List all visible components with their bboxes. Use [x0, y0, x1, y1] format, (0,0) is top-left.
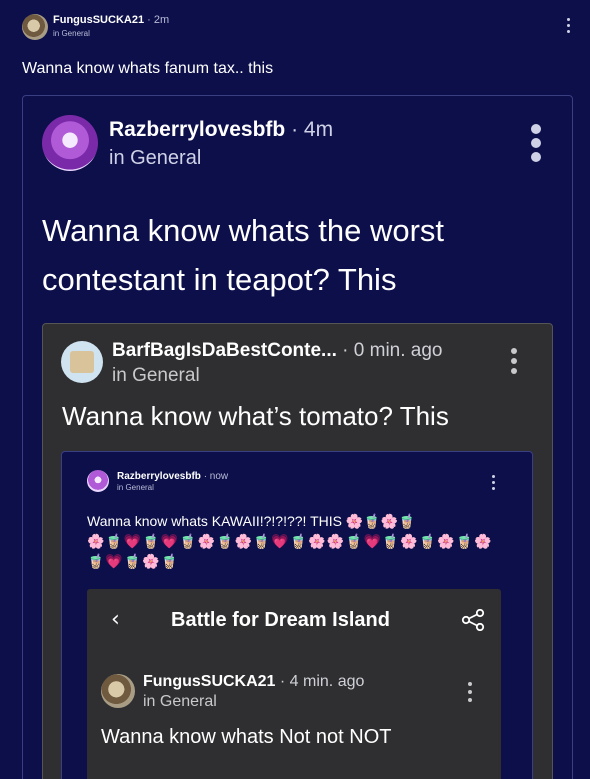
- more-options-icon[interactable]: [467, 681, 475, 703]
- post-text: Wanna know what’s tomato? This: [62, 401, 449, 431]
- menu-dot: [511, 368, 517, 374]
- menu-dot: [492, 481, 495, 484]
- username[interactable]: FungusSUCKA21 · 4 min. ago: [143, 673, 364, 691]
- reposted-card[interactable]: Razberrylovesbfb · 4m in General Wanna k…: [22, 95, 573, 779]
- timestamp: · now: [203, 471, 229, 482]
- category-label[interactable]: in General: [112, 365, 200, 387]
- emoji-line: 🌸🧋💗🧋💗🧋🌸🧋🌸🧋💗🧋🌸🌸🧋💗🧋🌸🧋🌸🧋🌸: [87, 533, 493, 549]
- avatar[interactable]: [42, 115, 98, 171]
- menu-dot: [468, 698, 472, 702]
- menu-dot: [468, 682, 472, 686]
- menu-dot: [531, 152, 541, 162]
- post-text-line: Wanna know whats KAWAII!?!?!??! THIS 🌸🧋🌸…: [87, 513, 416, 529]
- avatar[interactable]: [101, 674, 135, 708]
- more-options-icon[interactable]: [510, 348, 520, 376]
- post-text: Wanna know whats the worst contestant in…: [42, 213, 445, 297]
- timestamp: · 2m: [147, 14, 170, 26]
- category-label[interactable]: in General: [143, 693, 217, 711]
- username[interactable]: BarfBagIsDaBestConte... · 0 min. ago: [112, 340, 443, 362]
- reposted-card[interactable]: BarfBagIsDaBestConte... · 0 min. ago in …: [42, 323, 553, 779]
- menu-dot: [492, 487, 495, 490]
- share-icon[interactable]: [461, 609, 485, 631]
- menu-dot: [511, 348, 517, 354]
- avatar[interactable]: [87, 470, 109, 492]
- timestamp: · 4 min. ago: [279, 673, 365, 690]
- community-title: Battle for Dream Island: [171, 609, 390, 631]
- post-text: Wanna know whats Not not NOT: [101, 726, 392, 748]
- username-text[interactable]: Razberrylovesbfb: [109, 118, 285, 141]
- timestamp: · 4m: [291, 118, 334, 141]
- username[interactable]: Razberrylovesbfb · 4m: [109, 118, 333, 142]
- post-text: Wanna know whats KAWAII!?!?!??! THIS 🌸🧋🌸…: [87, 511, 507, 571]
- username[interactable]: FungusSUCKA21 · 2m: [53, 14, 169, 26]
- menu-dot: [531, 138, 541, 148]
- avatar[interactable]: [61, 341, 103, 383]
- more-options-icon[interactable]: [529, 124, 543, 164]
- username-text[interactable]: Razberrylovesbfb: [117, 471, 201, 482]
- post-text: Wanna know whats fanum tax.. this: [22, 60, 274, 77]
- timestamp: · 0 min. ago: [342, 340, 443, 361]
- emoji-line: 🧋💗🧋🌸🧋: [87, 553, 180, 569]
- menu-dot: [567, 30, 570, 33]
- reposted-card[interactable]: Razberrylovesbfb · now in General Wanna …: [61, 451, 533, 779]
- menu-dot: [567, 24, 570, 27]
- back-chevron-icon[interactable]: ‹: [111, 607, 120, 632]
- category-label[interactable]: in General: [117, 483, 154, 492]
- more-options-icon[interactable]: [566, 16, 572, 36]
- post-header: FungusSUCKA21 · 2m in General: [22, 12, 582, 42]
- embedded-screenshot: ‹ Battle for Dream Island FungusSUCKA21 …: [87, 589, 501, 779]
- category-label[interactable]: in General: [109, 147, 201, 170]
- menu-dot: [511, 358, 517, 364]
- avatar[interactable]: [22, 14, 48, 40]
- menu-dot: [492, 475, 495, 478]
- menu-dot: [567, 18, 570, 21]
- username[interactable]: Razberrylovesbfb · now: [117, 471, 228, 482]
- more-options-icon[interactable]: [491, 474, 497, 490]
- menu-dot: [531, 124, 541, 134]
- menu-dot: [468, 690, 472, 694]
- username-text[interactable]: BarfBagIsDaBestConte...: [112, 340, 337, 361]
- category-label[interactable]: in General: [53, 29, 90, 38]
- username-text[interactable]: FungusSUCKA21: [143, 673, 275, 690]
- username-text[interactable]: FungusSUCKA21: [53, 14, 144, 26]
